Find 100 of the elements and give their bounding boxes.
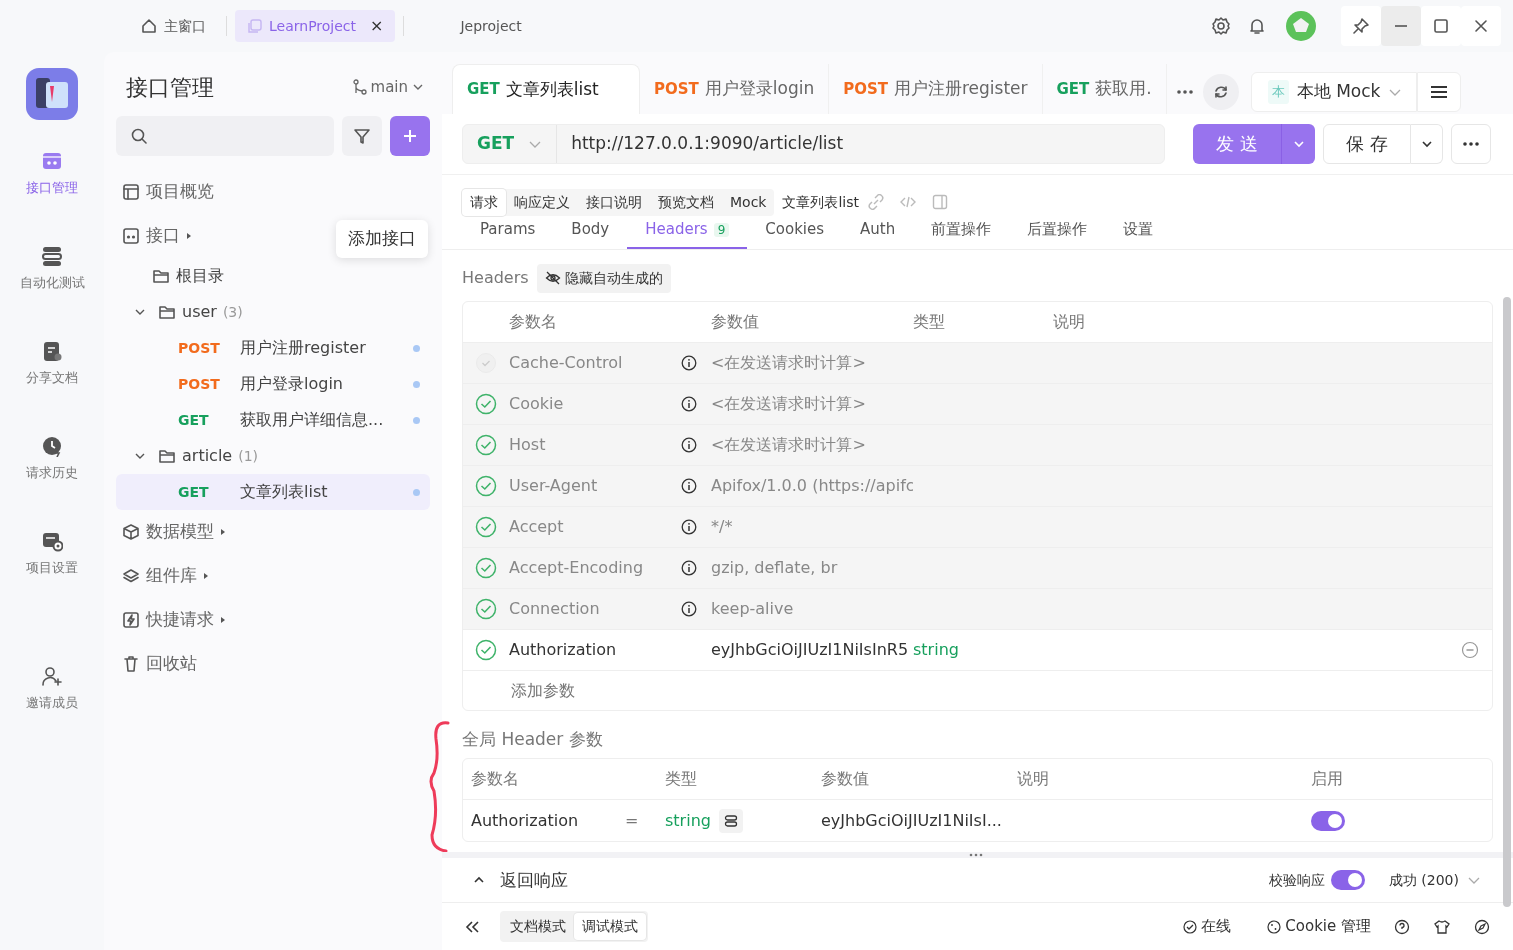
stack-icon [41, 245, 63, 267]
environment-selector[interactable]: 本 本地 Mock [1250, 71, 1418, 112]
rail-item[interactable]: 接口管理 [20, 146, 84, 241]
sub-tab[interactable]: 预览文档 [650, 188, 722, 216]
branch-selector[interactable]: main [346, 74, 430, 100]
layers-icon [122, 567, 140, 585]
sub-tab[interactable]: 请求 [462, 188, 506, 216]
nav-section[interactable]: 快捷请求 [116, 598, 430, 642]
request-tab[interactable]: POST 用户登录login [640, 63, 830, 114]
search-icon [130, 127, 148, 145]
endpoint-item[interactable]: POST 用户注册register [116, 330, 430, 366]
rail-item[interactable]: 分享文档 [20, 336, 84, 431]
branch-icon [352, 79, 367, 95]
rail-item[interactable]: 请求历史 [20, 431, 84, 526]
checkbox[interactable] [475, 515, 497, 538]
api-icon [41, 150, 63, 172]
more-icon [1175, 88, 1194, 95]
status-dot [413, 488, 420, 496]
rail-item[interactable]: 邀请成员 [20, 661, 84, 756]
header-name: Connection [509, 597, 601, 620]
param-tab[interactable]: 前置操作 [913, 218, 1010, 249]
nav-section[interactable]: 组件库 [116, 554, 430, 598]
online-status[interactable]: 在线 [1177, 914, 1238, 939]
mode-tab[interactable]: 调试模式 [574, 913, 646, 941]
status-selector[interactable]: 成功 (200) [1382, 868, 1487, 892]
response-toggle[interactable]: 返回响应 [468, 866, 574, 895]
checkbox[interactable] [475, 392, 497, 415]
home-icon [140, 17, 158, 35]
param-tab[interactable]: Cookies [747, 218, 843, 249]
param-tab[interactable]: Body [553, 218, 628, 249]
type-label: string [665, 809, 711, 832]
add-button[interactable] [390, 116, 430, 156]
rail-item[interactable]: 自动化测试 [13, 241, 91, 336]
more-button[interactable] [1451, 123, 1491, 164]
checkbox[interactable] [475, 638, 497, 661]
endpoint-item[interactable]: POST 用户登录login [116, 366, 430, 402]
request-tab[interactable]: GET 文章列表list [452, 63, 640, 114]
param-tab[interactable]: 后置操作 [1009, 218, 1106, 249]
param-tab[interactable]: Params [462, 218, 554, 249]
send-dropdown-button[interactable] [1281, 123, 1315, 164]
drag-handle-icon[interactable] [969, 853, 983, 858]
minimize-icon [1394, 25, 1408, 27]
endpoint-item[interactable]: GET 获取用户详细信息... [116, 402, 430, 438]
add-param-field[interactable]: 添加参数 [509, 678, 709, 705]
column-header: 说明 [1053, 310, 1085, 333]
url-field[interactable]: GET http://127.0.0.1:9090/article/list [462, 123, 1165, 164]
sub-tab[interactable]: Mock [722, 188, 775, 216]
refresh-button[interactable] [1202, 73, 1239, 110]
checkbox[interactable] [475, 433, 497, 456]
pin-button[interactable] [1341, 6, 1381, 46]
cookie-button[interactable]: Cookie 管理 [1261, 914, 1377, 939]
nav-section[interactable]: 项目概览 [116, 170, 430, 214]
validate-toggle[interactable] [1330, 870, 1365, 891]
close-button[interactable] [1461, 6, 1501, 46]
maximize-button[interactable] [1421, 6, 1461, 46]
info-icon [681, 437, 697, 454]
column-header: 参数值 [821, 768, 870, 791]
schema-button[interactable] [718, 808, 743, 833]
window-tab[interactable]: 主窗口 [128, 11, 218, 41]
param-tab[interactable]: Headers 9 [627, 218, 748, 249]
folder-item[interactable]: article (1) [116, 438, 430, 474]
window-tab[interactable]: Jeproject [412, 11, 534, 41]
compass-icon [1474, 918, 1490, 935]
search-field[interactable] [116, 116, 334, 156]
checkbox[interactable] [475, 597, 497, 620]
nav-section[interactable]: 数据模型 [116, 510, 430, 554]
sub-tab[interactable]: 响应定义 [506, 188, 578, 216]
param-tab[interactable]: Auth [842, 218, 914, 249]
toggle-label: 校验响应 [1268, 870, 1325, 890]
filter-button[interactable] [342, 116, 382, 156]
rail-item[interactable]: 项目设置 [20, 526, 84, 621]
folder-item[interactable]: user (3) [116, 294, 430, 330]
info-icon [681, 478, 697, 495]
header-value: <在发送请求时计算> [711, 351, 867, 374]
param-tab[interactable]: 设置 [1105, 218, 1172, 249]
checkbox[interactable] [475, 474, 497, 497]
header-value: <在发送请求时计算> [711, 433, 867, 456]
info-icon [681, 601, 697, 618]
request-tab[interactable]: GET 获取用. [1042, 63, 1167, 114]
header-name: Accept-Encoding [509, 556, 645, 579]
checkbox[interactable] [475, 556, 497, 579]
header-value: gzip, deflate, br [711, 556, 839, 579]
endpoint-item[interactable]: GET 文章列表list [116, 474, 430, 510]
help-icon [1394, 918, 1410, 935]
avatar-icon[interactable] [1285, 10, 1317, 42]
bell-icon [1247, 16, 1267, 36]
request-tab[interactable]: POST 用户注册register [829, 63, 1043, 114]
nav-section[interactable]: 回收站 [116, 642, 430, 686]
menu-button[interactable] [1417, 71, 1462, 112]
app-logo-icon[interactable] [26, 68, 78, 120]
hide-auto-button[interactable]: 隐藏自动生成的 [536, 263, 671, 293]
save-button[interactable]: 保 存 [1323, 123, 1411, 164]
window-tab[interactable]: LearnProject × [235, 10, 396, 42]
more-icon [1462, 140, 1480, 147]
filter-icon [352, 126, 372, 146]
enable-toggle[interactable] [1311, 810, 1345, 831]
sub-tab[interactable]: 接口说明 [578, 188, 650, 216]
folder-item[interactable]: 根目录 [116, 258, 430, 294]
close-icon[interactable]: × [370, 14, 384, 38]
pin-icon [1351, 16, 1371, 36]
